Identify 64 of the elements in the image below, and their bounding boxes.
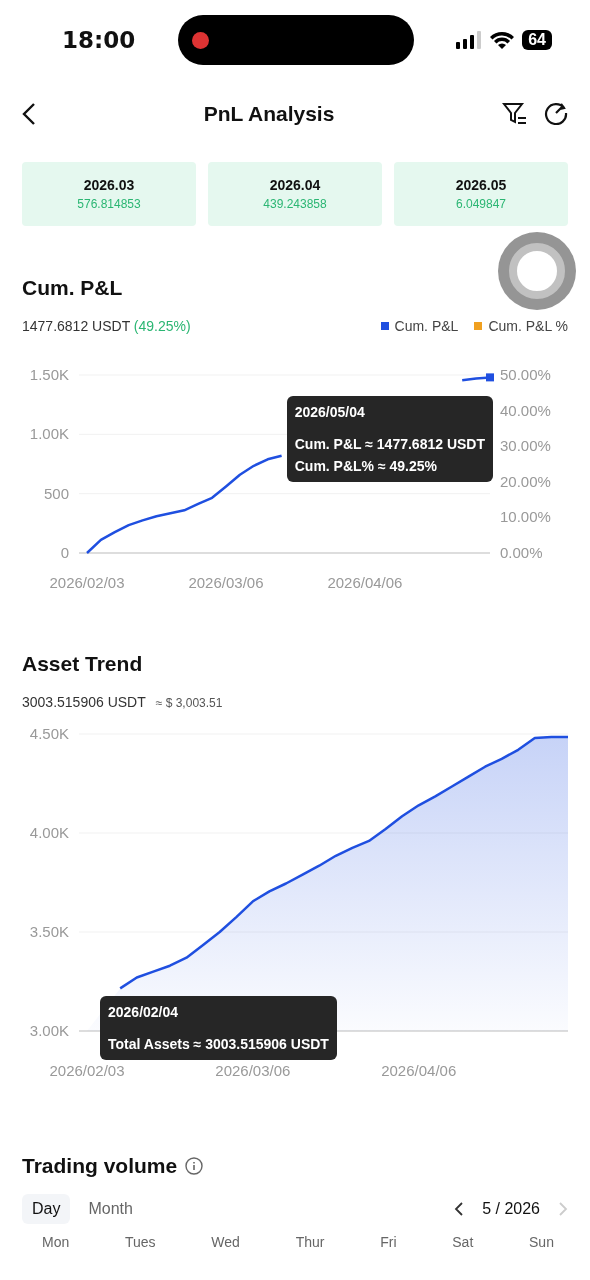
weekday-label: Sun [529,1234,554,1250]
period-tab[interactable]: Day [22,1194,71,1224]
month-label: 2026.03 [83,177,135,193]
month-pnl: 6.049847 [455,197,507,211]
section-title: Cum. P&L [21,276,124,300]
weekday-label: Sat [452,1234,474,1250]
y-axis-label: 1.00K [29,425,69,443]
month-pnl: 576.814853 [77,197,141,211]
page-title: PnL Analysis [203,102,335,126]
x-axis-label: 2026/03/06 [188,574,264,591]
y-axis-label: 4.00K [29,824,69,841]
data-point [486,373,494,382]
previous-button[interactable] [454,1201,465,1217]
tooltip-value: Total Assets ≈ 3003.515906 USDT [108,1036,329,1052]
recording-dot-icon [191,31,209,49]
month-label: 2026.05 [455,177,507,193]
history-button[interactable] [544,101,568,127]
y-axis-label: 3.50K [29,923,69,940]
weekday-label: Thur [295,1234,325,1250]
y-axis-label: 500 [43,484,69,502]
y-axis-label: 4.50K [29,725,69,742]
month-label: 2026.04 [269,177,321,193]
y-axis-label: 1.50K [29,366,69,383]
info-icon [185,1157,204,1175]
section-title: Trading volume [22,1154,178,1178]
period-tab[interactable]: Month [78,1194,143,1224]
asset-amount: 3003.515906 USDT [22,694,146,710]
y-axis-label: 30.00% [500,437,551,455]
tooltip-date: 2026/05/04 [294,404,366,420]
month-card[interactable]: 2026.04 439.243858 [208,162,382,226]
x-axis-label: 2026/04/06 [381,1062,457,1079]
filter-button[interactable] [502,101,528,127]
pnl-amount: 1477.6812 USDT (49.25%) [22,318,191,334]
period-label: 5 / 2026 [482,1200,540,1218]
tooltip-date: 2026/02/04 [108,1004,180,1020]
y-axis-label: 0 [60,544,69,561]
tooltip-value: Cum. P&L% ≈ 49.25% [294,458,438,474]
usd-value: ≈ $ 3,003.51 [155,696,223,710]
weekday-label: Wed [211,1234,240,1250]
month-card[interactable]: 2026.05 6.049847 [394,162,568,226]
x-axis-label: 2026/02/03 [49,1062,125,1079]
month-pnl: 439.243858 [263,197,327,211]
y-axis-label: 40.00% [500,401,551,419]
y-axis-label: 20.00% [500,472,551,490]
legend-label: Cum. P&L [394,318,459,334]
y-axis-label: 10.00% [500,508,551,526]
battery-level: 64 [522,30,552,50]
y-axis-label: 50.00% [500,366,551,383]
y-axis-label: 0.00% [500,544,543,561]
month-card[interactable]: 2026.03 576.814853 [22,162,196,226]
legend-label: Cum. P&L % [488,318,568,334]
wifi-icon [490,31,515,49]
x-axis-label: 2026/02/03 [49,574,125,591]
weekday-label: Fri [380,1234,397,1250]
back-button[interactable] [22,102,36,126]
weekday-label: Mon [42,1234,70,1250]
tooltip-value: Cum. P&L ≈ 1477.6812 USDT [294,436,485,452]
x-axis-label: 2026/04/06 [327,574,403,591]
status-time: 18:00 [62,27,136,53]
y-axis-label: 3.00K [29,1022,69,1039]
x-axis-label: 2026/03/06 [215,1062,291,1079]
signal-icon [456,31,483,49]
weekday-label: Tues [125,1234,156,1250]
section-title: Asset Trend [21,652,144,676]
